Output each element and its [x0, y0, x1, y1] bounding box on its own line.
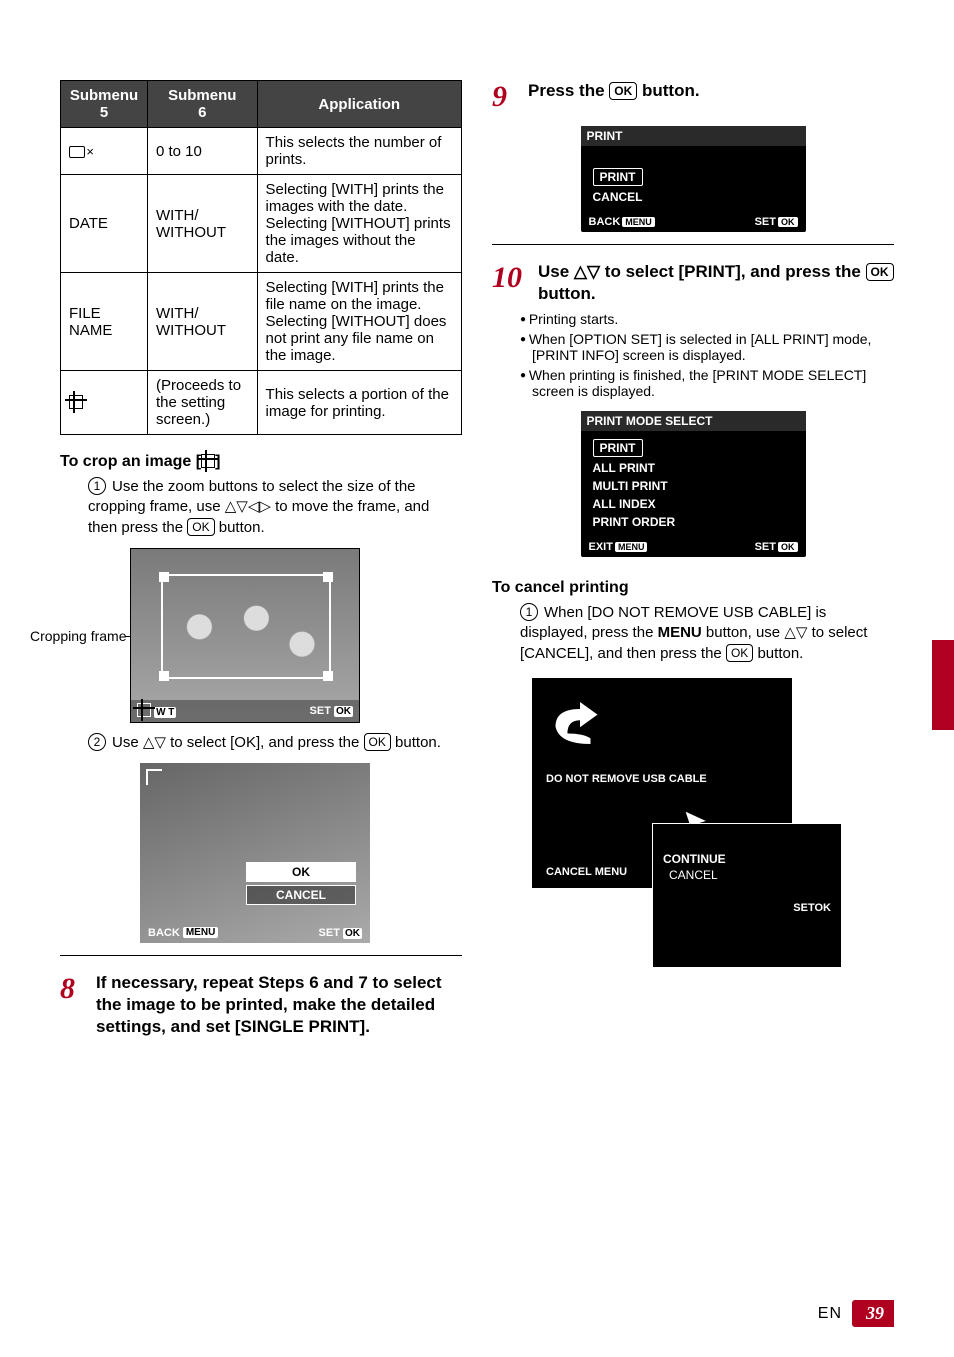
- crop-step-2: 2Use to select [OK], and press the OK bu…: [88, 733, 462, 753]
- step-8: 8 If necessary, repeat Steps 6 and 7 to …: [60, 972, 462, 1038]
- ok-icon: OK: [609, 82, 637, 100]
- pms-item-print[interactable]: PRINT: [593, 439, 643, 457]
- th-submenu6: Submenu6: [148, 81, 258, 128]
- ok-indicator: OK: [334, 706, 353, 717]
- crop-frame[interactable]: [161, 574, 331, 679]
- print-mode-select-panel: PRINT MODE SELECT PRINT ALL PRINT MULTI …: [581, 411, 806, 557]
- step-number-10: 10: [492, 261, 532, 295]
- crop-step-1: 1Use the zoom buttons to select the size…: [88, 477, 462, 538]
- table-row: 0 to 10 This selects the number of print…: [61, 128, 462, 175]
- print-panel-title: PRINT: [581, 126, 806, 146]
- usb-warning: DO NOT REMOVE USB CABLE: [546, 773, 778, 785]
- menu-indicator: MENU: [622, 217, 655, 227]
- page-footer: EN 39: [818, 1300, 894, 1327]
- pms-item-all-print[interactable]: ALL PRINT: [589, 459, 798, 477]
- ok-icon: OK: [866, 263, 894, 281]
- pms-item-multi-print[interactable]: MULTI PRINT: [589, 477, 798, 495]
- crop-icon: [201, 454, 215, 468]
- step-1-bullet: 1: [88, 477, 106, 495]
- crop-corner-icon: [146, 769, 162, 785]
- pms-item-all-index[interactable]: ALL INDEX: [589, 495, 798, 513]
- th-application: Application: [257, 81, 461, 128]
- step-1-bullet: 1: [520, 603, 538, 621]
- cancel-option[interactable]: CANCEL: [246, 885, 356, 905]
- crop-preview: Cropping frame W T SET OK: [130, 548, 360, 723]
- ok-indicator: OK: [343, 928, 362, 939]
- table-row: (Proceeds to the setting screen.) This s…: [61, 371, 462, 435]
- ok-option[interactable]: OK: [246, 862, 356, 882]
- lang-indicator: EN: [818, 1305, 842, 1323]
- step-10: 10 Use to select [PRINT], and press the …: [492, 261, 894, 305]
- pms-title: PRINT MODE SELECT: [581, 411, 806, 431]
- bullet-option-set: When [OPTION SET] is selected in [ALL PR…: [520, 331, 894, 363]
- table-row: DATE WITH/ WITHOUT Selecting [WITH] prin…: [61, 175, 462, 273]
- th-submenu5: Submenu5: [61, 81, 148, 128]
- page-number: 39: [852, 1300, 894, 1327]
- cancel-option[interactable]: CANCEL: [663, 866, 831, 884]
- cancel-step: 1When [DO NOT REMOVE USB CABLE] is displ…: [520, 603, 894, 664]
- cropping-frame-label: Cropping frame: [30, 628, 127, 644]
- cancel-panels: DO NOT REMOVE USB CABLE CANCEL MENU CONT…: [532, 678, 842, 968]
- menu-indicator: MENU: [183, 927, 218, 938]
- crop-icon: [137, 703, 151, 717]
- step-number-8: 8: [60, 972, 90, 1006]
- edge-tab: [932, 640, 954, 730]
- table-row: FILE NAME WITH/ WITHOUT Selecting [WITH]…: [61, 273, 462, 371]
- step-number-9: 9: [492, 80, 522, 114]
- ok-cancel-preview: OK CANCEL BACK MENU SET OK: [140, 763, 370, 943]
- transfer-arrow-icon: [552, 698, 622, 748]
- cancel-heading: To cancel printing: [492, 579, 894, 597]
- ok-icon: OK: [364, 733, 391, 751]
- crop-icon: [69, 395, 83, 409]
- step-2-bullet: 2: [88, 733, 106, 751]
- print-panel: PRINT PRINT CANCEL BACKMENU SETOK: [581, 126, 806, 232]
- bullet-printing-starts: Printing starts.: [520, 311, 894, 327]
- zoom-indicator: W T: [154, 707, 176, 718]
- crop-heading: To crop an image []: [60, 453, 462, 471]
- continue-cancel-panel: CONTINUE CANCEL SETOK: [652, 823, 842, 968]
- ok-indicator: OK: [778, 217, 798, 227]
- ok-icon: OK: [187, 518, 214, 536]
- step-9: 9 Press the OK button.: [492, 80, 894, 114]
- ok-indicator: OK: [778, 542, 798, 552]
- print-copies-icon: [69, 146, 85, 158]
- menu-indicator: MENU: [595, 866, 627, 878]
- submenu-table: Submenu5 Submenu6 Application 0 to 10 Th…: [60, 80, 462, 435]
- print-option[interactable]: PRINT: [593, 168, 643, 186]
- menu-indicator: MENU: [615, 542, 648, 552]
- pms-item-print-order[interactable]: PRINT ORDER: [589, 513, 798, 531]
- ok-icon: OK: [726, 644, 753, 662]
- cancel-option[interactable]: CANCEL: [589, 188, 798, 206]
- right-column: 9 Press the OK button. PRINT PRINT CANCE…: [492, 80, 894, 1044]
- continue-option[interactable]: CONTINUE: [663, 852, 831, 866]
- left-column: Submenu5 Submenu6 Application 0 to 10 Th…: [60, 80, 462, 1044]
- bullet-finished: When printing is finished, the [PRINT MO…: [520, 367, 894, 399]
- ok-indicator: OK: [815, 902, 832, 914]
